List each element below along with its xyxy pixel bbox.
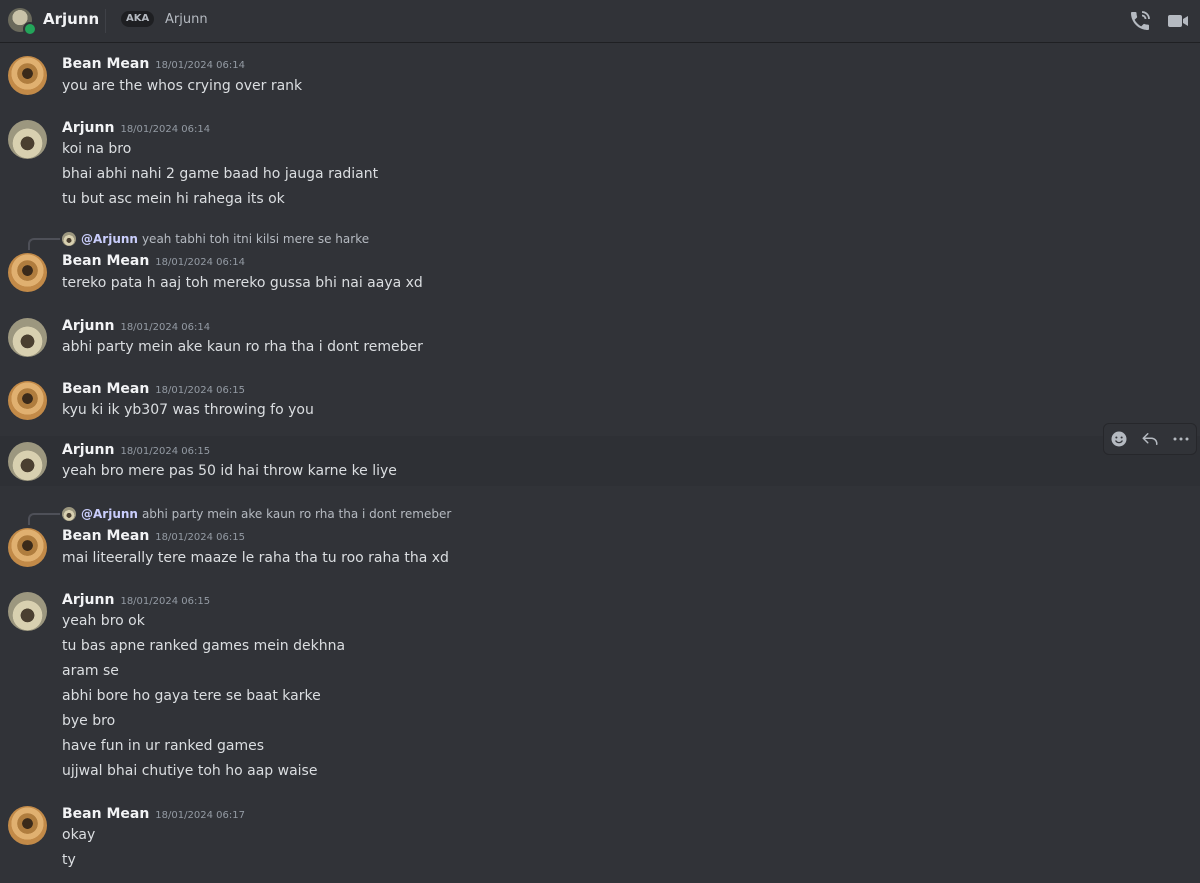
message-text: ujjwal bhai chutiye toh ho aap waise — [62, 763, 318, 779]
message-group[interactable]: Bean Mean 18/01/2024 06:17 okay ty — [0, 804, 1200, 879]
message-group[interactable]: @Arjunn yeah tabhi toh itni kilsi mere s… — [0, 230, 1200, 292]
author-name[interactable]: Arjunn — [62, 592, 114, 608]
timestamp: 18/01/2024 06:17 — [155, 810, 245, 821]
author-name[interactable]: Arjunn — [62, 318, 114, 334]
avatar[interactable] — [8, 120, 47, 159]
reply-text[interactable]: abhi party mein ake kaun ro rha tha i do… — [142, 507, 451, 521]
author-name[interactable]: Arjunn — [62, 120, 114, 136]
message-group[interactable]: Bean Mean 18/01/2024 06:15 kyu ki ik yb30… — [0, 379, 1200, 429]
message-header: Arjunn 18/01/2024 06:15 — [62, 442, 210, 458]
channel-header: Arjunn AKA Arjunn — [0, 0, 1200, 43]
message-text: abhi bore ho gaya tere se baat karke — [62, 688, 321, 704]
online-status-indicator — [23, 22, 37, 36]
reply-preview[interactable]: @Arjunn abhi party mein ake kaun ro rha … — [62, 507, 451, 521]
timestamp: 18/01/2024 06:15 — [120, 596, 211, 607]
message-header: Arjunn 18/01/2024 06:14 — [62, 318, 210, 334]
timestamp: 18/01/2024 06:14 — [155, 257, 245, 268]
message-text: tu but asc mein hi rahega its ok — [62, 191, 285, 207]
message-text: bye bro — [62, 713, 116, 729]
aka-badge: AKA — [121, 11, 155, 27]
author-name[interactable]: Bean Mean — [62, 253, 149, 269]
add-reaction-button[interactable] — [1108, 428, 1130, 450]
reply-icon — [1142, 433, 1158, 445]
timestamp: 18/01/2024 06:14 — [155, 60, 245, 71]
avatar[interactable] — [8, 381, 47, 420]
timestamp: 18/01/2024 06:15 — [120, 446, 211, 457]
message-actions-toolbar — [1103, 423, 1197, 455]
header-divider — [105, 9, 106, 33]
message-group[interactable]: Bean Mean 18/01/2024 06:14 you are the wh… — [0, 54, 1200, 104]
message-header: Bean Mean 18/01/2024 06:17 — [62, 806, 245, 822]
message-text: okay — [62, 827, 96, 843]
timestamp: 18/01/2024 06:14 — [120, 124, 211, 135]
message-header: Bean Mean 18/01/2024 06:14 — [62, 253, 245, 269]
message-header: Bean Mean 18/01/2024 06:15 — [62, 528, 245, 544]
message-header: Bean Mean 18/01/2024 06:15 — [62, 381, 245, 397]
more-options-button[interactable] — [1170, 428, 1192, 450]
message-text: tu bas apne ranked games mein dekhna — [62, 638, 346, 654]
phone-call-icon[interactable] — [1128, 9, 1152, 33]
add-reaction-icon — [1111, 431, 1127, 447]
aka-name: Arjunn — [165, 12, 208, 27]
author-name[interactable]: Arjunn — [62, 442, 114, 458]
avatar[interactable] — [8, 318, 47, 357]
message-text: yeah bro ok — [62, 613, 145, 629]
message-group[interactable]: Arjunn 18/01/2024 06:15 yeah bro mere pas… — [0, 436, 1200, 486]
author-name[interactable]: Bean Mean — [62, 528, 149, 544]
more-options-icon — [1173, 437, 1189, 441]
message-text: aram se — [62, 663, 119, 679]
dm-user-name[interactable]: Arjunn — [43, 10, 99, 28]
reply-mention[interactable]: @Arjunn — [81, 507, 138, 521]
author-name[interactable]: Bean Mean — [62, 56, 149, 72]
message-text: you are the whos crying over rank — [62, 78, 303, 94]
timestamp: 18/01/2024 06:14 — [120, 322, 211, 333]
message-text: tereko pata h aaj toh mereko gussa bhi n… — [62, 275, 423, 291]
avatar[interactable] — [8, 253, 47, 292]
avatar[interactable] — [8, 442, 47, 481]
timestamp: 18/01/2024 06:15 — [155, 532, 245, 543]
message-text: kyu ki ik yb307 was throwing fo you — [62, 402, 314, 418]
timestamp: 18/01/2024 06:15 — [155, 385, 245, 396]
video-camera-icon[interactable] — [1166, 9, 1190, 33]
message-group[interactable]: @Arjunn abhi party mein ake kaun ro rha … — [0, 505, 1200, 567]
message-header: Bean Mean 18/01/2024 06:14 — [62, 56, 245, 72]
message-group[interactable]: Arjunn 18/01/2024 06:14 koi na bro bhai a… — [0, 118, 1200, 210]
author-name[interactable]: Bean Mean — [62, 381, 149, 397]
message-text: yeah bro mere pas 50 id hai throw karne … — [62, 463, 397, 479]
reply-avatar — [62, 507, 76, 521]
message-text: have fun in ur ranked games — [62, 738, 264, 754]
reply-preview[interactable]: @Arjunn yeah tabhi toh itni kilsi mere s… — [62, 232, 369, 246]
message-list[interactable]: Bean Mean 18/01/2024 06:14 you are the wh… — [0, 44, 1200, 883]
message-text: bhai abhi nahi 2 game baad ho jauga radi… — [62, 166, 379, 182]
avatar[interactable] — [8, 528, 47, 567]
avatar[interactable] — [8, 56, 47, 95]
message-header: Arjunn 18/01/2024 06:15 — [62, 592, 210, 608]
message-group[interactable]: Arjunn 18/01/2024 06:15 yeah bro ok tu ba… — [0, 590, 1200, 786]
reply-spine — [28, 238, 60, 250]
avatar[interactable] — [8, 806, 47, 845]
reply-spine — [28, 513, 60, 525]
author-name[interactable]: Bean Mean — [62, 806, 149, 822]
message-text: abhi party mein ake kaun ro rha tha i do… — [62, 339, 423, 355]
reply-text[interactable]: yeah tabhi toh itni kilsi mere se harke — [142, 232, 369, 246]
message-text: mai liteerally tere maaze le raha tha tu… — [62, 550, 449, 566]
message-group[interactable]: Arjunn 18/01/2024 06:14 abhi party mein a… — [0, 316, 1200, 366]
message-header: Arjunn 18/01/2024 06:14 — [62, 120, 210, 136]
message-text: ty — [62, 852, 76, 868]
reply-mention[interactable]: @Arjunn — [81, 232, 138, 246]
avatar[interactable] — [8, 592, 47, 631]
reply-button[interactable] — [1139, 428, 1161, 450]
reply-avatar — [62, 232, 76, 246]
message-text: koi na bro — [62, 141, 132, 157]
